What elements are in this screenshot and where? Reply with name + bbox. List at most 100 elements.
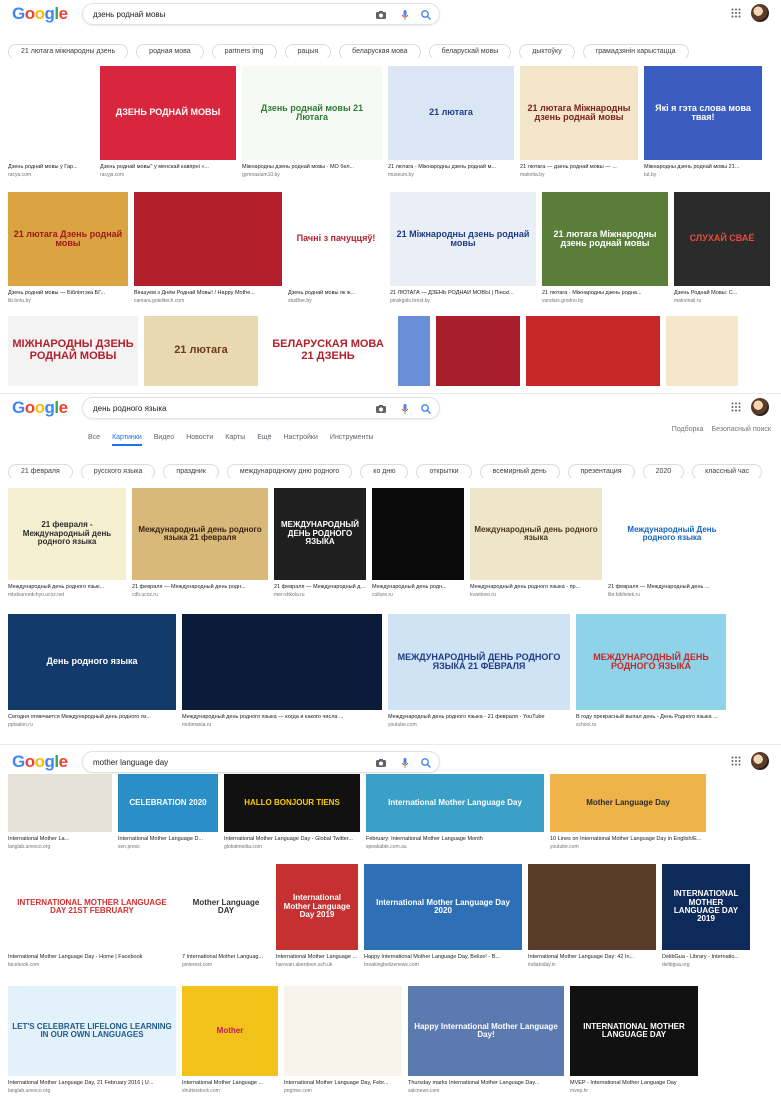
chip[interactable]: 21 лютага міжнародны дзень (8, 44, 129, 58)
chip[interactable]: дыктоўку (519, 44, 575, 58)
image-result[interactable]: Happy International Mother Language Day!… (408, 986, 564, 1098)
image-result[interactable]: CELEBRATION 2020 International Mother Lan… (118, 774, 218, 854)
image-result[interactable]: INTERNATIONAL MOTHER LANGUAGE DAY MVEP - … (570, 986, 698, 1098)
image-thumbnail[interactable]: Международный день родного языка 21 февр… (132, 488, 268, 580)
image-caption[interactable]: International Mother Language Day: 42 In… (528, 954, 656, 960)
image-caption[interactable]: Международный день родного языка - 21 фе… (388, 714, 570, 720)
chip[interactable]: ко дню (360, 464, 409, 478)
image-result[interactable] (666, 316, 738, 386)
image-result[interactable]: СЛУХАЙ СВАЁ Дзень Роднай Мовы: С... malori… (674, 192, 770, 308)
tab-6[interactable]: Настройки (284, 434, 318, 441)
image-result[interactable]: Международный день родного языка — когда… (182, 614, 382, 732)
image-caption[interactable]: 21 лютага - Міжнародны дзень роднай м... (388, 164, 514, 170)
image-caption[interactable]: International Mother Language D... (118, 836, 218, 842)
image-source[interactable]: pinterest.com (182, 962, 270, 968)
chip[interactable]: partners img (211, 44, 277, 58)
image-source[interactable]: camara.gotelitech.com (134, 298, 282, 304)
image-thumbnail[interactable] (526, 316, 660, 386)
image-thumbnail[interactable] (134, 192, 282, 286)
image-result[interactable]: International Mother Language Day, Febr.… (284, 986, 402, 1098)
image-source[interactable]: langlab.unesco.org (8, 844, 112, 850)
image-caption[interactable]: Віншуем з Днём Роднай Мовы! / Happy Moth… (134, 290, 282, 296)
chip[interactable]: всемирный день (479, 464, 560, 478)
image-caption[interactable]: Міжнародны дзень роднай мовы - МО бел... (242, 164, 382, 170)
tab-3[interactable]: Новости (186, 434, 213, 441)
tool-link[interactable]: Безопасный поиск (712, 426, 771, 433)
avatar[interactable] (751, 398, 769, 416)
image-thumbnail[interactable]: CELEBRATION 2020 (118, 774, 218, 832)
image-result[interactable] (436, 316, 520, 386)
search-box[interactable] (82, 3, 440, 25)
image-result[interactable]: МІЖНАРОДНЫ ДЗЕНЬ РОДНАЙ МОВЫ (8, 316, 138, 386)
image-thumbnail[interactable] (372, 488, 464, 580)
image-source[interactable]: mer-shkola.ru (274, 592, 366, 598)
image-result[interactable]: International Mother Language Day: 42 In… (528, 864, 656, 972)
image-thumbnail[interactable]: Mother Language Day (550, 774, 706, 832)
chip[interactable]: беларуская мова (339, 44, 421, 58)
image-result[interactable]: Международный день родного языка 21 февр… (132, 488, 268, 602)
image-caption[interactable]: Дзень роднай мовы — Бібліятэка БГ... (8, 290, 128, 296)
image-caption[interactable]: Международный день родного языка — когда… (182, 714, 382, 720)
avatar[interactable] (751, 4, 769, 22)
image-thumbnail[interactable]: Пачні з пачуццяў! (288, 192, 384, 286)
image-thumbnail[interactable]: 21 лютага Міжнародны дзень роднай мовы (520, 66, 638, 160)
image-thumbnail[interactable] (182, 614, 382, 710)
image-caption[interactable]: Дзень роднай мовы" у менскай кавярні «..… (100, 164, 236, 170)
microphone-icon[interactable] (399, 9, 411, 21)
camera-icon[interactable] (375, 403, 387, 415)
image-caption[interactable]: В году прекрасный выпал день - День Родн… (576, 714, 726, 720)
image-thumbnail[interactable] (284, 986, 402, 1076)
chip[interactable]: презентация (567, 464, 635, 478)
tab-2[interactable]: Видео (154, 434, 174, 441)
image-result[interactable]: День родного языка Сегодня отмечается Меж… (8, 614, 176, 732)
image-thumbnail[interactable] (436, 316, 520, 386)
image-result[interactable]: INTERNATIONAL MOTHER LANGUAGE DAY 21ST F… (8, 864, 176, 972)
image-thumbnail[interactable]: МЕЖДУНАРОДНЫЙ ДЕНЬ РОДНОГО ЯЗЫКА (274, 488, 366, 580)
tab-4[interactable]: Карты (225, 434, 245, 441)
image-source[interactable]: studlive.by (288, 298, 384, 304)
image-result[interactable]: 21 лютага Міжнародны дзень роднай мовы 21… (542, 192, 668, 308)
image-source[interactable]: gymnasium10.by (242, 172, 382, 178)
image-source[interactable]: school.ru (576, 722, 726, 728)
image-thumbnail[interactable]: 21 февраля - Международный день родного … (8, 488, 126, 580)
image-result[interactable]: Дзень роднай мовы 21 Лютага Міжнародны дз… (242, 66, 382, 182)
microphone-icon[interactable] (399, 403, 411, 415)
chip[interactable]: 2020 (642, 464, 685, 478)
image-thumbnail[interactable]: МЕЖДУНАРОДНЫЙ ДЕНЬ РОДНОГО ЯЗЫКА 21 ФЕВР… (388, 614, 570, 710)
chip[interactable]: открытки (416, 464, 472, 478)
image-thumbnail[interactable] (666, 316, 738, 386)
image-thumbnail[interactable]: Международный день родного языка (470, 488, 602, 580)
image-thumbnail[interactable]: INTERNATIONAL MOTHER LANGUAGE DAY 2019 (662, 864, 750, 950)
image-thumbnail[interactable]: LET'S CELEBRATE LIFELONG LEARNING IN OUR… (8, 986, 176, 1076)
tab-7[interactable]: Инструменты (330, 434, 374, 441)
image-source[interactable]: sen.press (118, 844, 218, 850)
image-caption[interactable]: Дзень Роднай Мовы: С... (674, 290, 770, 296)
tab-5[interactable]: Ещё (257, 434, 271, 441)
chip[interactable]: родная мова (136, 44, 204, 58)
image-thumbnail[interactable]: 21 лютага Міжнародны дзень роднай мовы (542, 192, 668, 286)
chip[interactable]: 21 февраля (8, 464, 73, 478)
tab-1[interactable]: Картинки (112, 434, 142, 446)
image-thumbnail[interactable]: СЛУХАЙ СВАЁ (674, 192, 770, 286)
image-thumbnail[interactable]: МЕЖДУНАРОДНЫЙ ДЕНЬ РОДНОГО ЯЗЫКА (576, 614, 726, 710)
image-caption[interactable]: 21 февраля — Международный день ... (608, 584, 736, 590)
image-caption[interactable]: 21 лютага - Міжнародны дзень родна... (542, 290, 668, 296)
image-source[interactable]: harovan.aberdeen.sch.uk (276, 962, 358, 968)
image-source[interactable]: libr.bibliotek.ru (608, 592, 736, 598)
image-caption[interactable]: DelibGua - Library - Internatio... (662, 954, 750, 960)
image-thumbnail[interactable] (528, 864, 656, 950)
image-thumbnail[interactable]: International Mother Language Day 2020 (364, 864, 522, 950)
image-source[interactable]: malorita.by (520, 172, 638, 178)
image-source[interactable]: pptsalon.ru (8, 722, 176, 728)
image-thumbnail[interactable]: 21 лютага Дзень роднай мовы (8, 192, 128, 286)
image-caption[interactable]: International Mother Language ... (182, 1080, 278, 1086)
image-caption[interactable]: International Mother Language Day - Glob… (224, 836, 360, 842)
image-result[interactable]: ДЗЕНЬ РОДНАЙ МОВЫ Дзень роднай мовы" у ме… (100, 66, 236, 182)
image-source[interactable]: mbdounordchyo.ucoz.net (8, 592, 126, 598)
image-source[interactable]: tut.by (644, 172, 762, 178)
image-caption[interactable]: MVEP - International Mother Language Day (570, 1080, 698, 1086)
image-result[interactable]: 21 лютага (144, 316, 258, 386)
chip[interactable]: праздник (163, 464, 219, 478)
image-result[interactable]: International Mother Language Day 2019 In… (276, 864, 358, 972)
image-caption[interactable]: Сегодня отмечается Международный день ро… (8, 714, 176, 720)
